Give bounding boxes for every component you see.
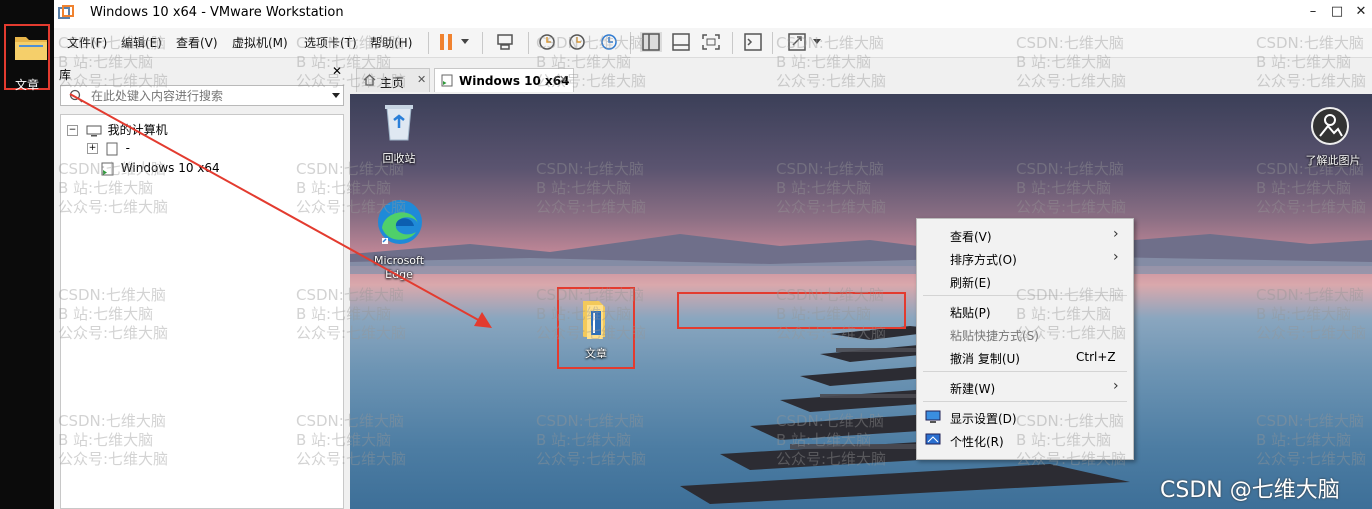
drag-arrow-annotation: [69, 93, 492, 328]
csdn-signature: CSDN @七维大脑: [1160, 478, 1340, 503]
